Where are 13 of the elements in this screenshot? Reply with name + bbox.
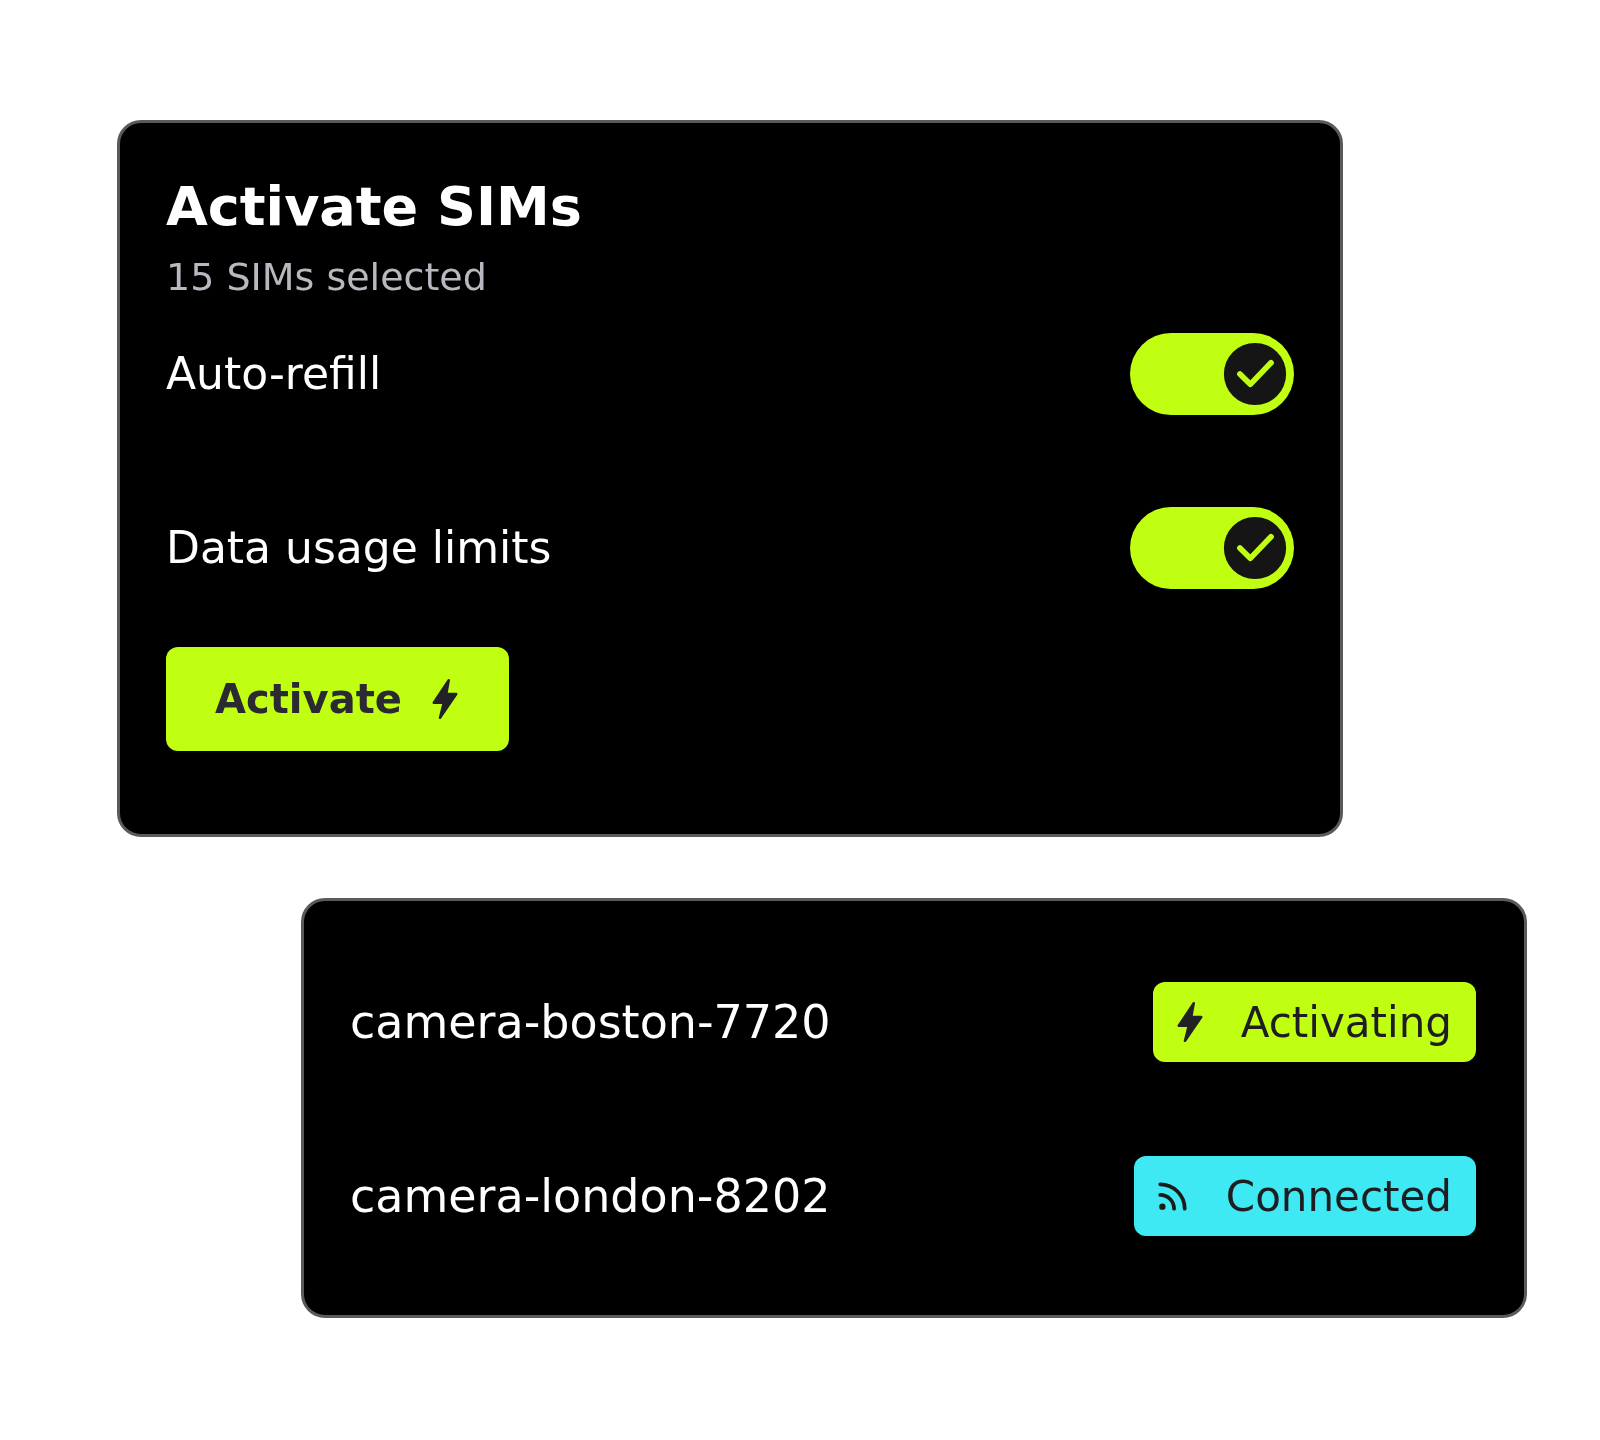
lightning-bolt-icon bbox=[1174, 1001, 1205, 1043]
check-icon bbox=[1222, 515, 1288, 581]
device-name: camera-london-8202 bbox=[350, 1168, 831, 1225]
check-icon bbox=[1222, 341, 1288, 407]
status-badge: Connected bbox=[1133, 1156, 1476, 1236]
card-title: Activate SIMs bbox=[166, 174, 583, 240]
status-badge: Activating bbox=[1152, 982, 1476, 1062]
setting-label: Auto-refill bbox=[166, 347, 382, 401]
selection-count: 15 SIMs selected bbox=[166, 254, 488, 301]
device-name: camera-boston-7720 bbox=[350, 994, 831, 1051]
signal-icon bbox=[1155, 1179, 1190, 1213]
setting-label: Data usage limits bbox=[166, 521, 552, 575]
activate-button[interactable]: Activate bbox=[166, 647, 509, 751]
